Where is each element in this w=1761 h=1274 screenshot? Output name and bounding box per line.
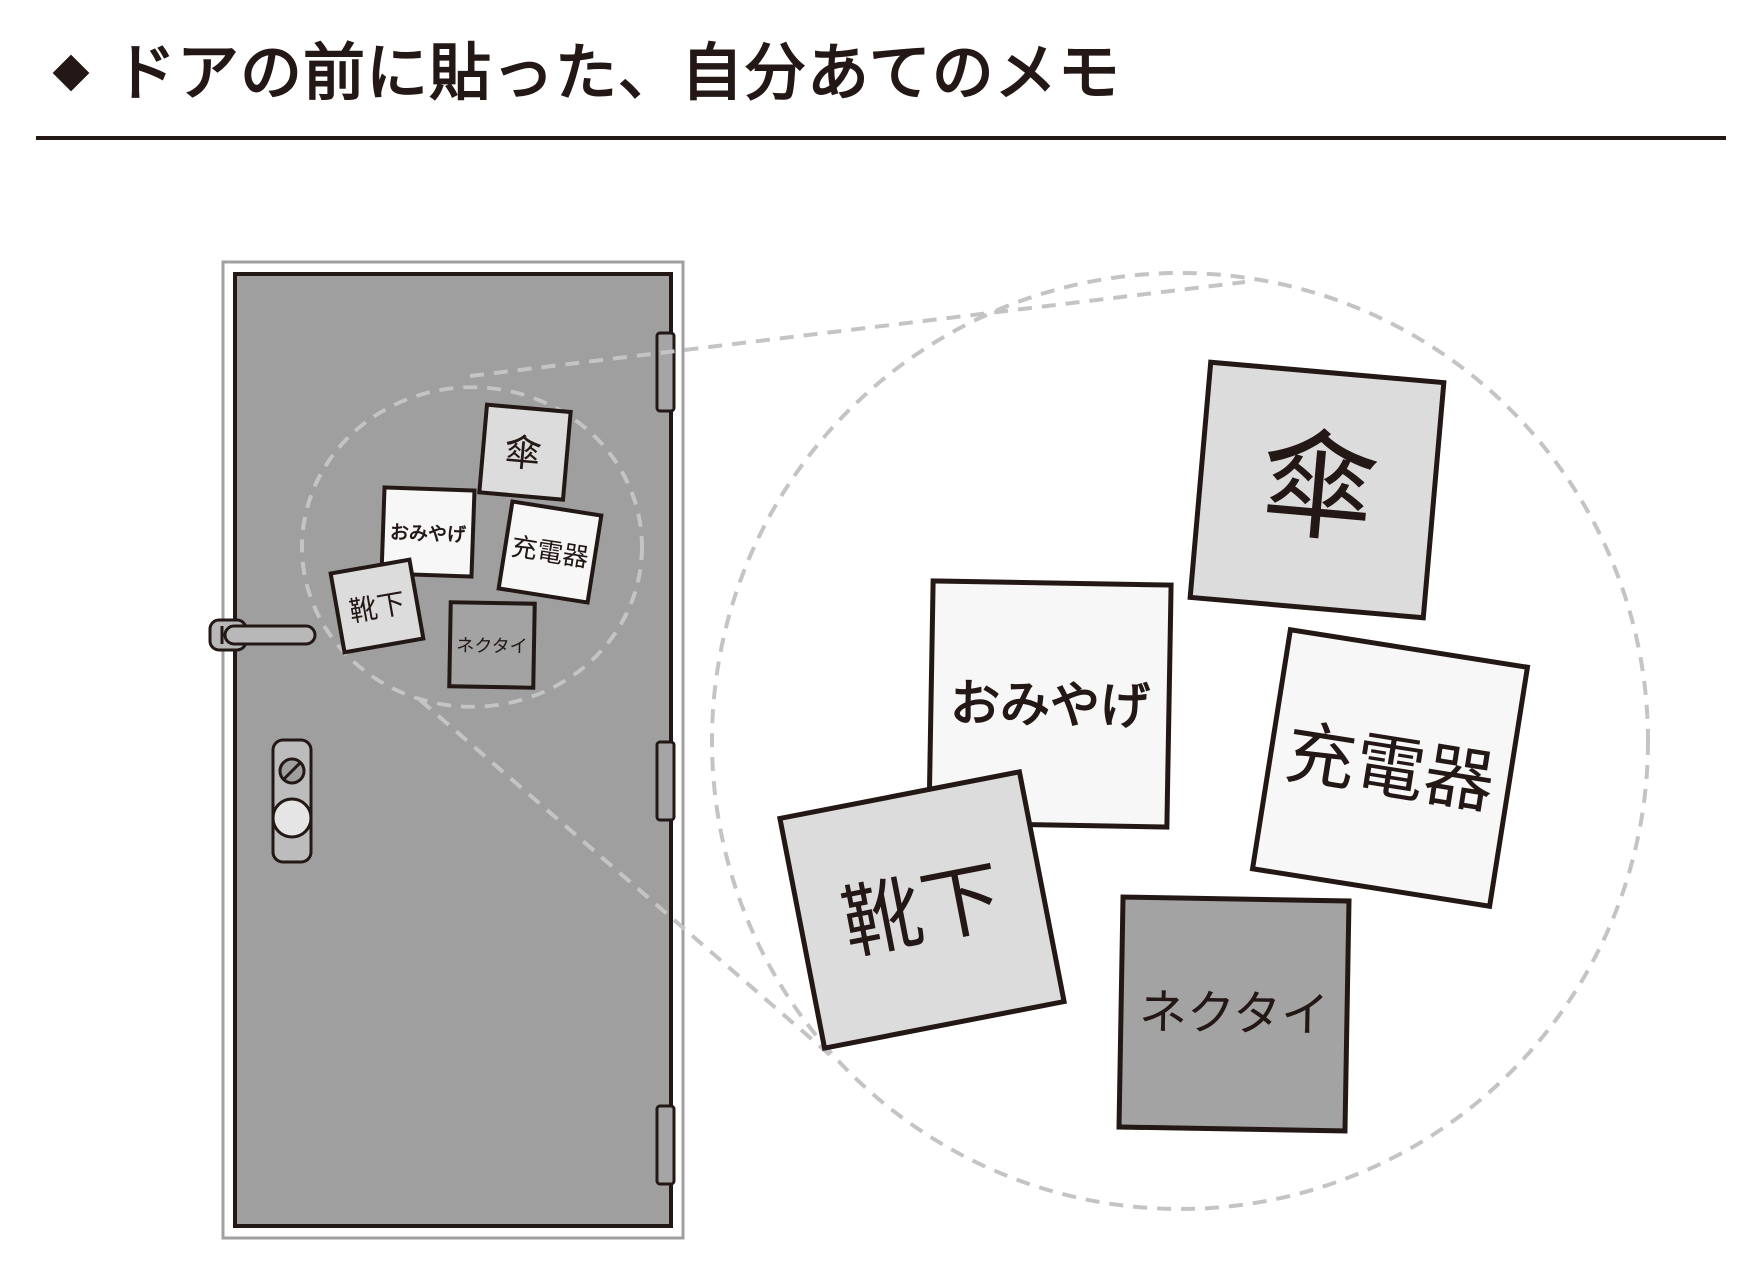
large-memo-umbrella-label: 傘 [1253,413,1385,562]
hinge-bottom [655,1104,676,1186]
small-memo-souvenir-label: おみやげ [390,522,468,547]
large-memo-necktie: ネクタイ [1116,894,1352,1134]
door-lock [271,738,313,864]
small-memo-umbrella-label: 傘 [502,429,544,476]
small-memo-necktie: ネクタイ [447,600,537,690]
large-memo-necktie-label: ネクタイ [1138,984,1329,1043]
large-memo-charger: 充電器 [1249,626,1531,910]
small-memo-umbrella: 傘 [477,402,573,502]
small-memo-necktie-label: ネクタイ [456,635,528,657]
hinge-top [655,331,676,413]
large-memo-umbrella: 傘 [1187,359,1447,621]
small-memo-charger: 充電器 [496,499,604,605]
door-handle [208,618,317,652]
large-memo-socks: 靴下 [776,768,1068,1052]
large-memo-souvenir-label: おみやげ [949,674,1150,735]
door-illustration: 傘 おみやげ 充電器 靴下 ネクタイ 傘 おみやげ 充電器 靴下 ネクタイ [208,260,1650,1240]
hinge-middle [655,740,676,822]
door [208,260,685,1240]
small-memo-socks: 靴下 [328,557,426,655]
